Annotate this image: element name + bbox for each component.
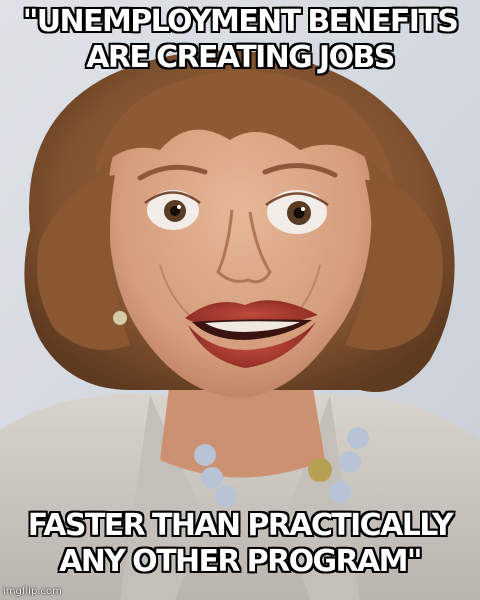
meme-container: "UNEMPLOYMENT BENEFITS ARE CREATING JOBS… bbox=[0, 0, 480, 600]
meme-top-caption: "UNEMPLOYMENT BENEFITS ARE CREATING JOBS bbox=[22, 3, 459, 75]
earring-left bbox=[113, 311, 127, 325]
imgflip-watermark: imgflip.com bbox=[3, 586, 62, 597]
meme-bottom-caption: FASTER THAN PRACTICALLY ANY OTHER PROGRA… bbox=[27, 507, 454, 579]
